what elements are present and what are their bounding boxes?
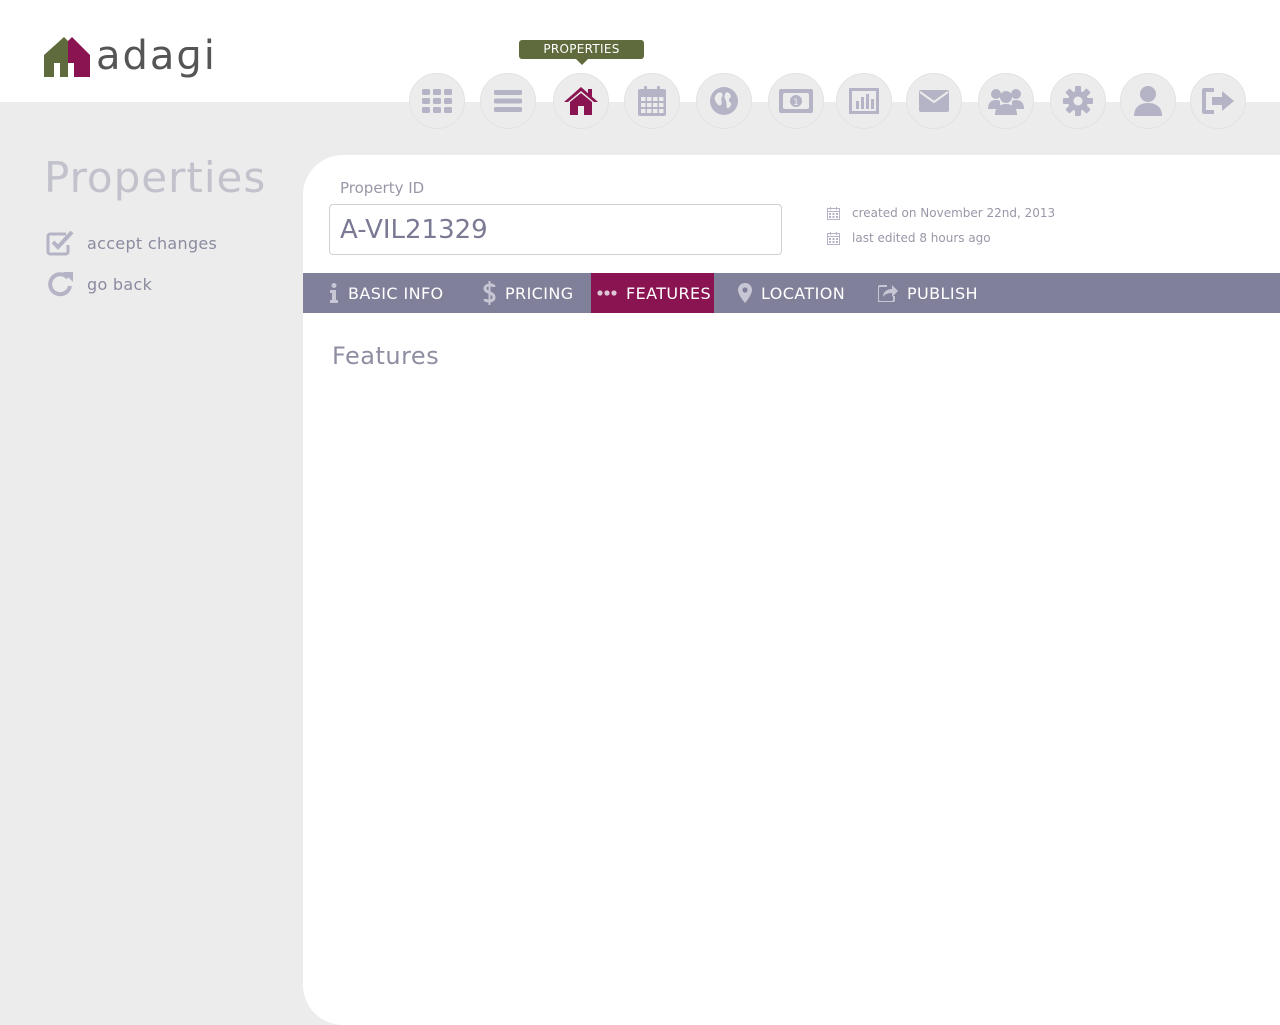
tab-basic-info[interactable]: BASIC INFO: [329, 273, 444, 313]
accept-changes-button[interactable]: accept changes: [46, 230, 217, 256]
nav-messages-button[interactable]: [906, 73, 962, 129]
created-text: created on November 22nd, 2013: [852, 206, 1056, 220]
gear-icon: [1063, 86, 1093, 116]
edited-text: last edited 8 hours ago: [852, 231, 991, 245]
refresh-icon: [48, 272, 73, 297]
edited-info: last edited 8 hours ago: [827, 231, 991, 245]
tab-bar: BASIC INFO PRICING FEATURES LOCATION PUB…: [303, 273, 1280, 313]
tab-features-label: FEATURES: [626, 283, 712, 303]
ellipsis-icon: [597, 290, 617, 296]
sidebar-title: Properties: [44, 153, 267, 202]
property-id-label: Property ID: [340, 179, 425, 197]
tab-location-label: LOCATION: [761, 283, 846, 303]
nav-logout-button[interactable]: [1190, 73, 1246, 129]
calendar-icon: [827, 231, 840, 245]
tab-pricing-label: PRICING: [505, 283, 574, 303]
map-marker-icon: [738, 283, 752, 303]
nav-calendar-button[interactable]: [624, 73, 680, 129]
globe-icon: [710, 87, 738, 115]
users-icon: [988, 89, 1024, 115]
tab-pricing[interactable]: PRICING: [483, 273, 574, 313]
svg-text:1: 1: [793, 98, 799, 108]
nav-team-button[interactable]: [978, 73, 1034, 129]
nav-dashboard-button[interactable]: [409, 73, 465, 129]
sign-out-icon: [1202, 88, 1234, 114]
section-title: Features: [332, 342, 440, 370]
nav-globe-button[interactable]: [696, 73, 752, 129]
dollar-icon: [483, 281, 496, 305]
nav-properties-button[interactable]: [553, 73, 609, 129]
nav-account-button[interactable]: [1120, 73, 1176, 129]
nav-tooltip: PROPERTIES: [519, 40, 644, 65]
calendar-icon: [638, 86, 666, 116]
list-icon: [494, 90, 522, 112]
tab-publish[interactable]: PUBLISH: [878, 273, 978, 313]
go-back-label: go back: [87, 274, 153, 294]
accept-changes-label: accept changes: [87, 233, 218, 253]
calendar-icon: [827, 206, 840, 220]
tab-features[interactable]: FEATURES: [591, 273, 714, 313]
tab-location[interactable]: LOCATION: [738, 273, 845, 313]
envelope-icon: [919, 90, 949, 112]
home-icon: [564, 87, 598, 115]
money-icon: 1: [779, 89, 813, 113]
nav-settings-button[interactable]: [1050, 73, 1106, 129]
tab-basic-info-label: BASIC INFO: [348, 283, 444, 303]
logo[interactable]: adaɡi: [44, 33, 217, 79]
share-icon: [878, 285, 898, 302]
logo-mark-icon: [44, 37, 90, 77]
tab-publish-label: PUBLISH: [907, 283, 978, 303]
nav-finance-button[interactable]: 1: [768, 73, 824, 129]
created-info: created on November 22nd, 2013: [827, 206, 1055, 220]
go-back-button[interactable]: go back: [46, 270, 152, 298]
user-icon: [1134, 86, 1162, 116]
bar-chart-icon: [849, 88, 879, 114]
nav-reports-button[interactable]: [836, 73, 892, 129]
dashboard-grid-icon: [422, 89, 452, 113]
brand-name: adaɡi: [96, 33, 217, 79]
nav-list-button[interactable]: [480, 73, 536, 129]
info-icon: [330, 283, 338, 303]
check-square-icon: [46, 230, 74, 256]
property-id-input[interactable]: [329, 204, 782, 255]
